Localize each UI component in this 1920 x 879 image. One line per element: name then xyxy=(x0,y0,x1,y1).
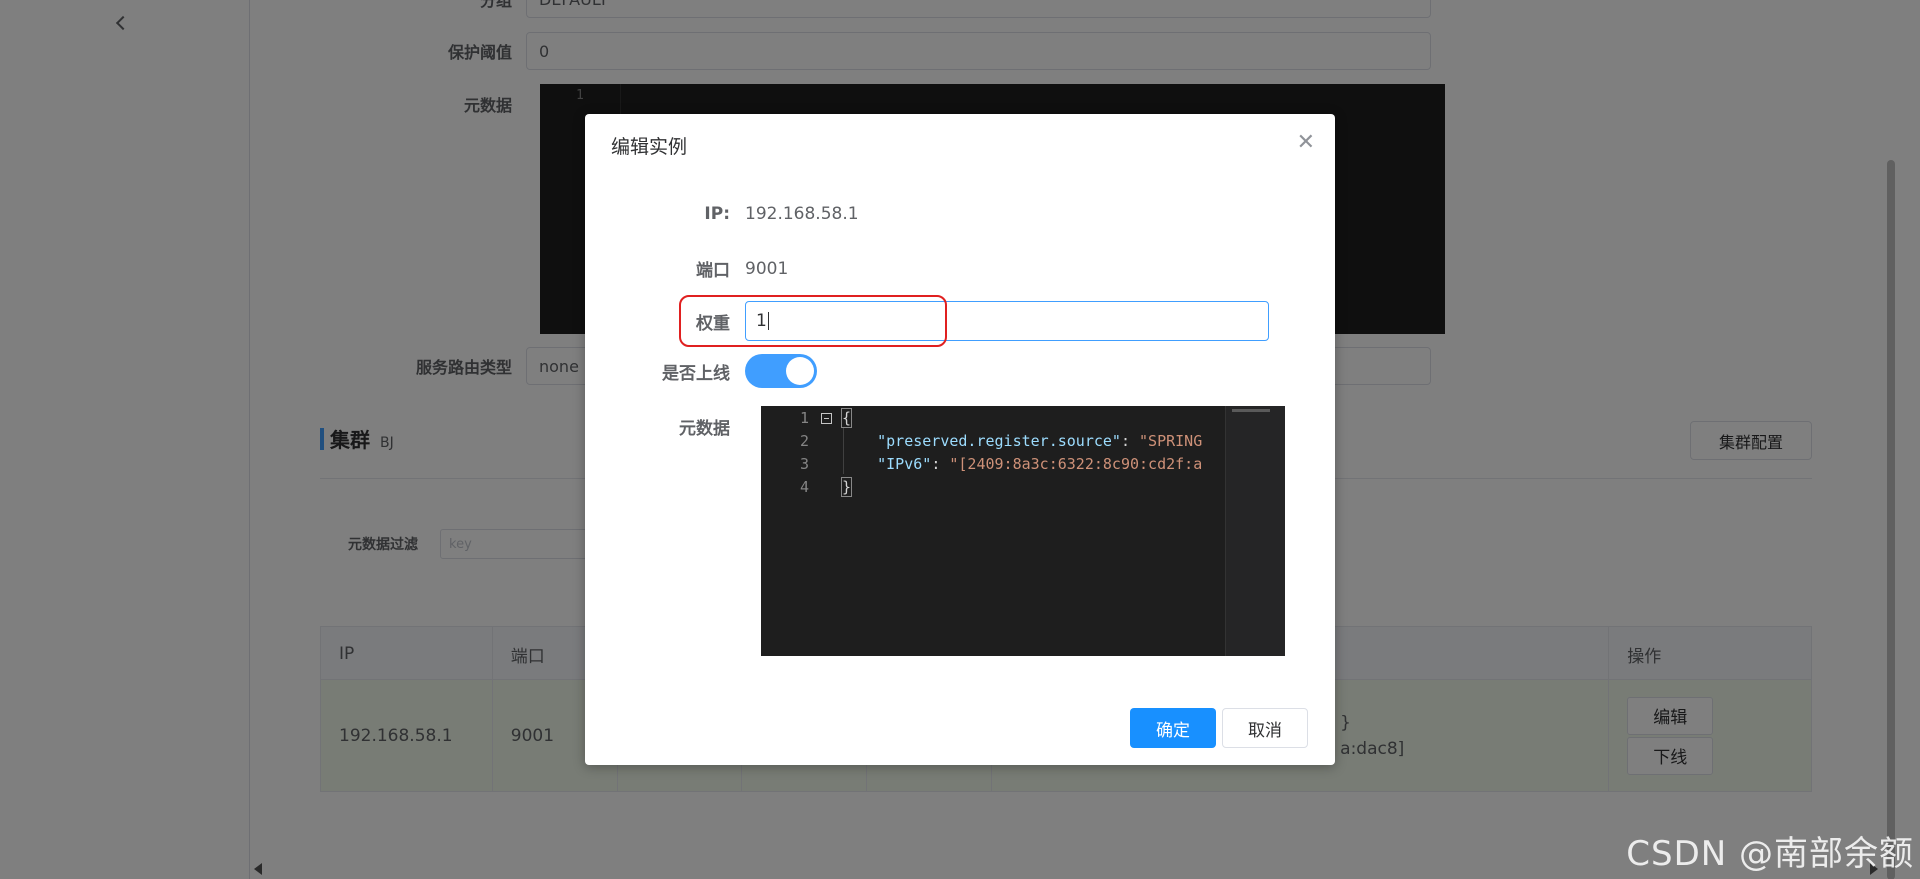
code-value-1: "SPRING xyxy=(1139,432,1203,450)
online-row: 是否上线 xyxy=(585,354,817,388)
line-number: 2 xyxy=(799,432,809,450)
ip-label: IP: xyxy=(704,204,730,224)
metadata-label: 元数据 xyxy=(679,419,730,439)
port-label: 端口 xyxy=(696,261,730,281)
code-line-4: } xyxy=(841,477,853,497)
metadata-code-editor[interactable]: 1 2 3 4 { "preserved.register.source": "… xyxy=(761,406,1285,656)
close-icon[interactable]: ✕ xyxy=(1297,132,1315,154)
port-value: 9001 xyxy=(745,258,789,279)
online-label: 是否上线 xyxy=(662,363,730,384)
dialog-title: 编辑实例 xyxy=(611,136,688,158)
metadata-row: 元数据 xyxy=(585,414,745,439)
line-number: 3 xyxy=(799,455,809,473)
online-switch[interactable] xyxy=(745,354,817,388)
watermark: CSDN @南部余额 xyxy=(1626,834,1914,874)
edit-instance-dialog: 编辑实例 ✕ IP: 192.168.58.1 端口 9001 权重 1 是否上… xyxy=(585,114,1335,765)
minimap-line xyxy=(1232,409,1270,412)
code-value-2: "[2409:8a3c:6322:8c90:cd2f:a xyxy=(949,455,1203,473)
close-brace: } xyxy=(841,477,853,497)
code-key-1: "preserved.register.source" xyxy=(877,432,1121,450)
line-number: 4 xyxy=(799,478,809,496)
code-line-3: "IPv6": "[2409:8a3c:6322:8c90:cd2f:a xyxy=(877,455,1203,473)
code-line-2: "preserved.register.source": "SPRING xyxy=(877,432,1203,450)
code-minimap[interactable] xyxy=(1225,406,1285,656)
code-line-1: { xyxy=(841,408,853,428)
annotation-highlight xyxy=(679,295,947,347)
ip-row: IP: 192.168.58.1 xyxy=(585,204,859,224)
open-brace: { xyxy=(841,408,853,428)
fold-icon[interactable] xyxy=(821,413,832,424)
line-number: 1 xyxy=(799,409,809,427)
switch-knob xyxy=(786,357,814,385)
code-key-2: "IPv6" xyxy=(877,455,932,473)
confirm-button[interactable]: 确定 xyxy=(1130,708,1216,748)
ip-value: 192.168.58.1 xyxy=(745,204,859,224)
cancel-button[interactable]: 取消 xyxy=(1222,708,1308,748)
port-row: 端口 9001 xyxy=(585,256,789,282)
